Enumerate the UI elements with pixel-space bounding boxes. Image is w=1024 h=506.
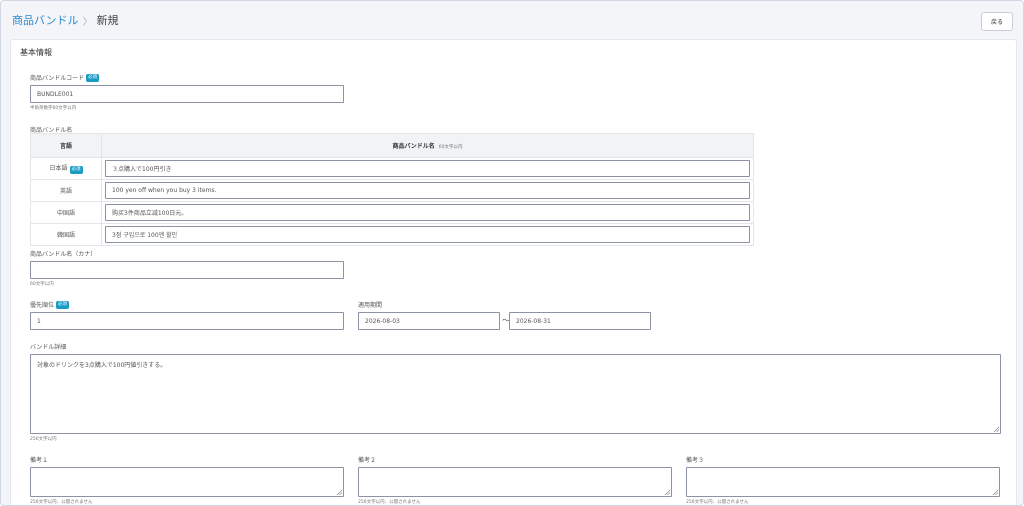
breadcrumb-link-bundles[interactable]: 商品バンドル	[12, 12, 79, 28]
note1-label: 備考１	[30, 457, 49, 464]
language-cell: 英語	[30, 179, 102, 202]
language-cell: 韓国語	[30, 223, 102, 246]
note2-label: 備考２	[358, 457, 377, 464]
note2-textarea[interactable]	[358, 467, 672, 497]
app-frame: 商品バンドル 〉 新規 戻る 基本情報 商品バンドルコード 必須 BUNDLE0…	[0, 0, 1024, 506]
bundle-name-input-ko[interactable]: 3점 구입으로 100엔 할인	[105, 226, 750, 243]
bundle-name-input-ja[interactable]: ３点購入で100円引き	[105, 160, 750, 177]
resize-handle-icon[interactable]	[992, 489, 998, 495]
priority-input[interactable]: 1	[30, 312, 344, 330]
bundle-code-label: 商品バンドルコード 必須	[30, 73, 100, 82]
back-button[interactable]: 戻る	[981, 12, 1013, 31]
table-row: 韓国語 3점 구입으로 100엔 할인	[30, 223, 754, 246]
resize-handle-icon[interactable]	[993, 426, 999, 432]
period-start-input[interactable]: 2026-08-03	[358, 312, 500, 330]
resize-handle-icon[interactable]	[336, 489, 342, 495]
column-header-name: 商品バンドル名 60文字以内	[101, 133, 754, 158]
page-header: 商品バンドル 〉 新規 戻る	[1, 1, 1023, 39]
required-badge: 必須	[56, 300, 70, 309]
table-row: 日本語 必須 ３点購入で100円引き	[30, 157, 754, 180]
column-header-name-text: 商品バンドル名	[392, 143, 435, 150]
language-name: 英語	[59, 188, 72, 195]
bundle-code-hint: 半角英数字60文字以内	[30, 106, 77, 111]
language-cell: 日本語 必須	[30, 157, 102, 180]
detail-hint: 256文字以内	[30, 437, 57, 442]
name-cell: 100 yen off when you buy 3 items.	[101, 179, 754, 202]
period-label: 適用期間	[358, 302, 383, 309]
note3-hint: 256文字以内、公開されません	[686, 500, 749, 505]
language-name: 日本語	[49, 165, 68, 172]
note2-hint: 256文字以内、公開されません	[358, 500, 421, 505]
detail-textarea[interactable]: 対象のドリンクを3点購入で100円値引きする。	[30, 354, 1001, 434]
bundle-name-input-zh[interactable]: 购买3件商品立减100日元。	[105, 204, 750, 221]
bundle-code-label-text: 商品バンドルコード	[30, 75, 85, 82]
name-cell: ３点購入で100円引き	[101, 157, 754, 180]
priority-label: 優先順位 必須	[30, 300, 70, 309]
bundle-name-table: 言語 商品バンドル名 60文字以内 日本語 必須 ３点購入で100円引き 英語 10…	[30, 133, 754, 246]
note1-hint: 256文字以内、公開されません	[30, 500, 93, 505]
table-row: 中国語 购买3件商品立减100日元。	[30, 201, 754, 224]
required-badge: 必須	[69, 166, 83, 174]
breadcrumb: 商品バンドル 〉 新規	[12, 12, 119, 28]
note1-textarea[interactable]	[30, 467, 344, 497]
breadcrumb-separator-icon: 〉	[82, 16, 93, 28]
language-name: 中国語	[56, 210, 75, 217]
breadcrumb-current: 新規	[96, 14, 119, 27]
bundle-name-input-en[interactable]: 100 yen off when you buy 3 items.	[105, 182, 750, 199]
language-cell: 中国語	[30, 201, 102, 224]
table-row: 英語 100 yen off when you buy 3 items.	[30, 179, 754, 202]
bundle-name-kana-hint: 60文字以内	[30, 282, 54, 287]
period-end-input[interactable]: 2026-08-31	[509, 312, 651, 330]
note3-label: 備考３	[686, 457, 705, 464]
bundle-code-input[interactable]: BUNDLE001	[30, 85, 344, 103]
name-cell: 3점 구입으로 100엔 할인	[101, 223, 754, 246]
detail-label: バンドル詳細	[30, 344, 67, 351]
language-name: 韓国語	[56, 232, 75, 239]
name-cell: 购买3件商品立减100日元。	[101, 201, 754, 224]
resize-handle-icon[interactable]	[664, 489, 670, 495]
note3-textarea[interactable]	[686, 467, 1000, 497]
bundle-name-kana-label: 商品バンドル名（カナ）	[30, 251, 97, 258]
detail-text: 対象のドリンクを3点購入で100円値引きする。	[37, 362, 167, 369]
basic-info-panel: 基本情報 商品バンドルコード 必須 BUNDLE001 半角英数字60文字以内 …	[10, 39, 1017, 505]
required-badge: 必須	[86, 73, 100, 82]
priority-label-text: 優先順位	[30, 302, 55, 309]
bundle-name-kana-input[interactable]	[30, 261, 344, 279]
column-header-name-hint: 60文字以内	[438, 145, 463, 150]
column-header-language: 言語	[30, 133, 102, 158]
section-title: 基本情報	[20, 48, 52, 57]
